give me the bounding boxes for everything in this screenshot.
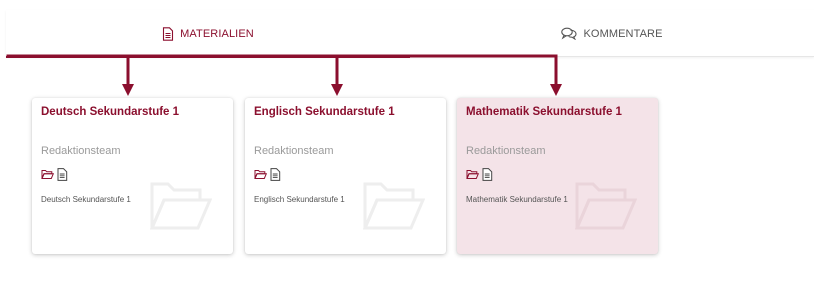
tab-materialien-label: MATERIALIEN xyxy=(180,27,254,40)
arrow-head-2 xyxy=(331,84,343,96)
active-tab-indicator xyxy=(6,56,410,58)
card-description: Deutsch Sekundarstufe 1 xyxy=(41,195,131,204)
card-title[interactable]: Deutsch Sekundarstufe 1 xyxy=(41,106,179,118)
collection-card-deutsch[interactable]: Deutsch Sekundarstufe 1 Redaktionsteam D… xyxy=(32,98,233,254)
document-icon xyxy=(57,168,68,181)
document-icon xyxy=(162,26,174,41)
card-team: Redaktionsteam xyxy=(254,145,334,157)
folder-open-icon xyxy=(254,170,267,179)
card-team: Redaktionsteam xyxy=(466,145,546,157)
tab-kommentare[interactable]: KOMMENTARE xyxy=(410,10,814,57)
card-description: Mathematik Sekundarstufe 1 xyxy=(466,195,568,204)
arrow-head-3 xyxy=(550,84,562,96)
arrow-head-1 xyxy=(122,84,134,96)
tab-materialien[interactable]: MATERIALIEN xyxy=(6,10,410,57)
collection-card-mathematik[interactable]: Mathematik Sekundarstufe 1 Redaktionstea… xyxy=(457,98,658,254)
tab-bar: MATERIALIEN KOMMENTARE xyxy=(6,10,814,57)
document-icon xyxy=(270,168,281,181)
arrow-connector-line xyxy=(6,54,558,84)
collection-card-englisch[interactable]: Englisch Sekundarstufe 1 Redaktionsteam … xyxy=(245,98,446,254)
comments-icon xyxy=(561,27,578,40)
folder-open-icon xyxy=(150,182,212,230)
card-title[interactable]: Englisch Sekundarstufe 1 xyxy=(254,106,395,118)
card-title[interactable]: Mathematik Sekundarstufe 1 xyxy=(466,106,622,118)
folder-open-icon xyxy=(575,182,637,230)
card-team: Redaktionsteam xyxy=(41,145,121,157)
card-description: Englisch Sekundarstufe 1 xyxy=(254,195,345,204)
folder-open-icon xyxy=(466,170,479,179)
folder-open-icon xyxy=(363,182,425,230)
tab-kommentare-label: KOMMENTARE xyxy=(583,27,663,40)
folder-open-icon xyxy=(41,170,54,179)
document-icon xyxy=(482,168,493,181)
